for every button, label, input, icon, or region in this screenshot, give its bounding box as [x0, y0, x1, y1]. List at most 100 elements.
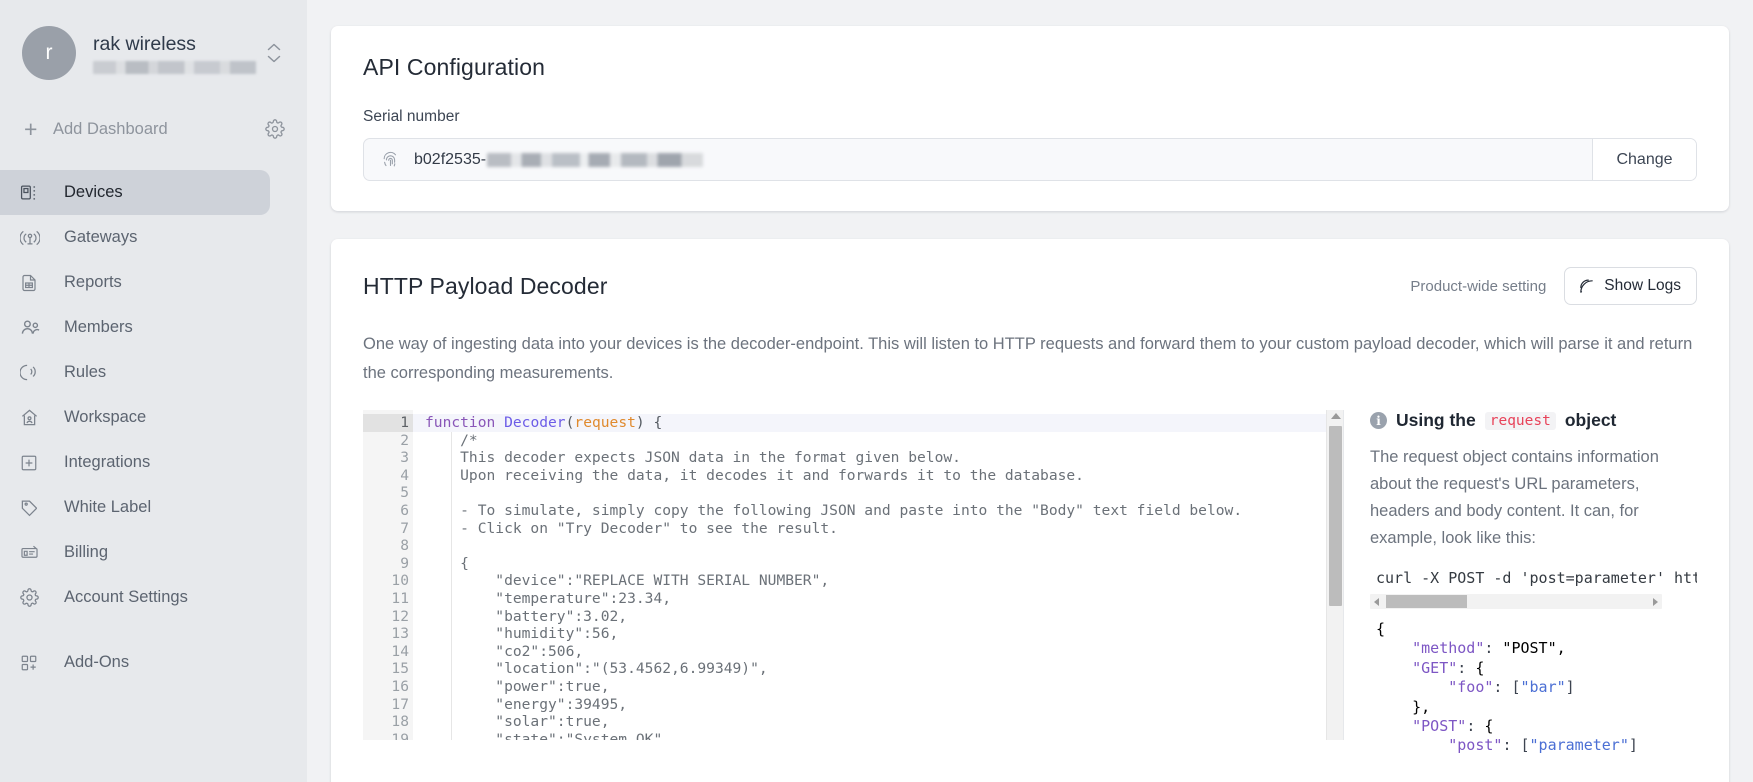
editor-code-line: "temperature":23.34, — [425, 589, 672, 607]
org-text: rak wireless — [93, 32, 263, 74]
curl-horizontal-scrollbar[interactable] — [1370, 594, 1662, 609]
editor-code-line: This decoder expects JSON data in the fo… — [425, 449, 961, 467]
info-panel-body: The request object contains information … — [1370, 448, 1659, 547]
editor-code-line: "power":true, — [425, 677, 610, 695]
scrollbar-thumb[interactable] — [1386, 595, 1467, 608]
gear-icon — [20, 588, 46, 607]
org-switcher[interactable]: r rak wireless — [0, 0, 307, 104]
decoder-header: HTTP Payload Decoder Product-wide settin… — [363, 267, 1697, 305]
indent-guide — [451, 431, 452, 740]
editor-line-number: 5 — [400, 484, 409, 502]
scroll-right-arrow-icon[interactable] — [1653, 598, 1658, 606]
fingerprint-icon — [381, 150, 400, 169]
editor-vertical-scrollbar[interactable] — [1326, 410, 1343, 740]
report-document-icon — [20, 274, 46, 292]
info-panel-heading: i Using the request object — [1370, 410, 1697, 431]
editor-line-number: 11 — [391, 589, 409, 607]
editor-line-number: 13 — [391, 625, 409, 643]
gateway-antenna-icon — [20, 228, 46, 248]
sidebar-item-label: White Label — [64, 498, 152, 516]
editor-code-line: - Click on "Try Decoder" to see the resu… — [425, 519, 838, 537]
sidebar-item-label: Add-Ons — [64, 653, 130, 671]
editor-code-line: "device":"REPLACE WITH SERIAL NUMBER", — [425, 572, 830, 590]
sidebar-item-reports[interactable]: Reports — [0, 260, 270, 305]
editor-code-line — [425, 537, 1343, 555]
sidebar-item-label: Integrations — [64, 453, 151, 471]
integrations-plus-box-icon — [20, 454, 46, 472]
editor-line-number: 19 — [391, 730, 409, 740]
sidebar-item-devices[interactable]: Devices — [0, 170, 270, 215]
sidebar-item-rules[interactable]: Rules — [0, 350, 270, 395]
editor-line-number: 14 — [391, 642, 409, 660]
decoder-code-editor[interactable]: 1▼2▼3456789▼1011121314151617181920 funct… — [363, 410, 1344, 740]
editor-line-number: 3 — [400, 449, 409, 467]
editor-code-line: function Decoder(request) { — [413, 414, 1343, 432]
addons-grid-plus-icon — [20, 654, 46, 672]
info-heading-after: object — [1564, 410, 1617, 430]
editor-line-number: 12 — [391, 607, 409, 625]
chevron-updown-icon[interactable] — [263, 43, 285, 63]
scrollbar-thumb[interactable] — [1329, 426, 1342, 606]
editor-code-line: - To simulate, simply copy the following… — [425, 501, 1243, 519]
scroll-up-arrow-icon[interactable] — [1331, 413, 1341, 419]
nav-divider-space — [0, 620, 307, 640]
change-button[interactable]: Change — [1592, 139, 1696, 180]
sidebar-item-label: Billing — [64, 543, 109, 561]
serial-input[interactable]: b02f2535- — [364, 139, 1592, 180]
billing-check-icon — [20, 543, 46, 562]
page-title: API Configuration — [363, 54, 545, 80]
sidebar-item-integrations[interactable]: Integrations — [0, 440, 270, 485]
decoder-body: 1▼2▼3456789▼1011121314151617181920 funct… — [363, 410, 1697, 756]
editor-code-line: "solar":true, — [425, 713, 610, 731]
decoder-description: One way of ingesting data into your devi… — [363, 335, 1693, 382]
sidebar-item-workspace[interactable]: Workspace — [0, 395, 270, 440]
sidebar-item-label: Reports — [64, 273, 122, 291]
show-logs-label: Show Logs — [1604, 277, 1681, 294]
editor-line-number: 18 — [391, 713, 409, 731]
request-object-info-panel: i Using the request object The request o… — [1370, 410, 1697, 756]
sidebar-item-billing[interactable]: Billing — [0, 530, 270, 575]
main-content: API Configuration Serial number b02f2535… — [307, 0, 1753, 782]
editor-code-line: "location":"(53.4562,6.99349)", — [425, 660, 768, 678]
info-heading-before: Using the — [1396, 410, 1476, 430]
sidebar-item-label: Workspace — [64, 408, 147, 426]
editor-line-number: 17 — [391, 695, 409, 713]
info-icon: i — [1370, 412, 1387, 429]
broadcast-icon — [1578, 278, 1595, 295]
gear-icon[interactable] — [265, 119, 285, 139]
sidebar-item-gateways[interactable]: Gateways — [0, 215, 270, 260]
editor-line-number: 15 — [391, 660, 409, 678]
json-line: "method": "POST", — [1412, 639, 1566, 658]
api-configuration-card: API Configuration Serial number b02f2535… — [331, 26, 1729, 211]
editor-line-number: 1▼ — [363, 414, 422, 432]
request-inline-code: request — [1484, 411, 1556, 430]
curl-example: curl -X POST -d 'post=parameter' http — [1376, 569, 1697, 587]
json-line: "post": ["parameter"] — [1448, 736, 1638, 755]
sidebar-item-account-settings[interactable]: Account Settings — [0, 575, 270, 620]
json-line: "POST": { — [1412, 717, 1494, 736]
editor-code-area[interactable]: function Decoder(request) { /* This deco… — [413, 410, 1343, 740]
sidebar-item-label: Members — [64, 318, 133, 336]
json-line: }, — [1376, 697, 1431, 716]
sidebar-item-label: Account Settings — [64, 588, 188, 606]
scroll-left-arrow-icon[interactable] — [1374, 598, 1379, 606]
sidebar-item-label: Rules — [64, 363, 107, 381]
serial-number-row: b02f2535- Change — [363, 138, 1697, 181]
product-wide-setting-label: Product-wide setting — [1410, 277, 1547, 295]
tag-icon — [20, 498, 46, 517]
serial-number-redacted — [487, 152, 704, 167]
workspace-home-icon — [20, 408, 46, 427]
sidebar-item-label: Devices — [64, 183, 123, 201]
editor-code-line: { — [425, 554, 469, 572]
editor-line-number: 7 — [400, 519, 409, 537]
sidebar-item-members[interactable]: Members — [0, 305, 270, 350]
sidebar-item-add-ons[interactable]: Add-Ons — [0, 640, 270, 685]
add-dashboard-row[interactable]: + Add Dashboard — [0, 104, 307, 154]
members-people-icon — [20, 317, 46, 338]
sidebar-item-white-label[interactable]: White Label — [0, 485, 270, 530]
show-logs-button[interactable]: Show Logs — [1564, 267, 1697, 305]
editor-code-line: Upon receiving the data, it decodes it a… — [425, 466, 1084, 484]
json-line: "foo": ["bar"] — [1448, 678, 1575, 697]
org-subtitle-redacted — [93, 61, 256, 74]
editor-line-number: 9▼ — [363, 555, 422, 573]
